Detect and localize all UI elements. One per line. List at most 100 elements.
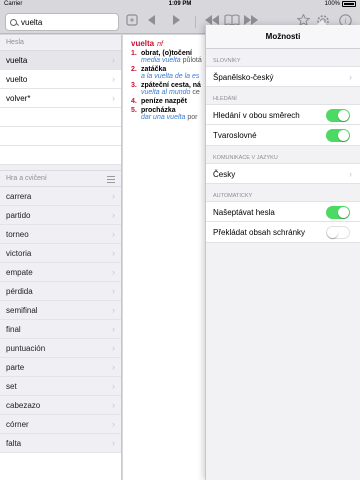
practice-item[interactable]: semifinal › [0, 301, 121, 320]
sense-body: peníze nazpět [141, 98, 187, 105]
practice-item[interactable]: parte › [0, 358, 121, 377]
sense-body: zpáteční cesta, ná vuelta al mundo ce [141, 82, 201, 96]
sense-number: 4. [131, 98, 137, 105]
practice-item[interactable]: falta › [0, 434, 121, 453]
option-row[interactable]: Česky › [206, 163, 360, 184]
clock: 1:09 PM [168, 1, 192, 7]
chevron-right-icon: › [112, 210, 115, 220]
option-row[interactable]: Španělsko-český › [206, 66, 360, 87]
practice-item[interactable]: torneo › [0, 225, 121, 244]
practice-item[interactable]: victoria › [0, 244, 121, 263]
toggle-knob [338, 110, 349, 121]
practice-item[interactable]: puntuación › [0, 339, 121, 358]
sense-translation: obrat, (o)točení [141, 50, 192, 57]
chevron-right-icon: › [112, 191, 115, 201]
sense-body: zatáčka a la vuelta de la es [141, 66, 199, 80]
chevron-right-icon: › [349, 169, 352, 179]
headword-label: volver* [6, 94, 31, 103]
grammar-label: nf [157, 41, 163, 48]
search-box[interactable] [5, 13, 119, 31]
practice-item-label: victoria [6, 249, 32, 258]
sense-translation: zatáčka [141, 66, 167, 73]
chevron-right-icon: › [112, 286, 115, 296]
option-label: Překládat obsah schránky [213, 228, 306, 237]
option-label: Hledání v obou směrech [213, 111, 300, 120]
options-section-header: AUTOMATICKY [213, 193, 253, 199]
history-icon[interactable] [125, 14, 139, 30]
popover-title: Možnosti [206, 25, 360, 49]
toggle-row: Našeptávat hesla [206, 201, 360, 222]
empty-row [0, 108, 121, 127]
practice-item[interactable]: set › [0, 377, 121, 396]
sense-number: 1. [131, 50, 137, 57]
chevron-right-icon: › [112, 419, 115, 429]
example-text[interactable]: vuelta al mundo [141, 89, 190, 96]
empty-row [0, 127, 121, 146]
toggle-knob [338, 207, 349, 218]
practice-item-label: carrera [6, 192, 32, 201]
practice-item[interactable]: cabezazo › [0, 396, 121, 415]
option-label: Španělsko-český [213, 73, 274, 82]
sense-body: procházka dar una vuelta por [141, 107, 197, 121]
chevron-right-icon: › [112, 343, 115, 353]
practice-item[interactable]: empate › [0, 263, 121, 282]
chevron-right-icon: › [112, 267, 115, 277]
chevron-right-icon: › [112, 55, 115, 65]
practice-item[interactable]: carrera › [0, 187, 121, 206]
options-popover: Možnosti SLOVNÍKY Španělsko-český › HLEDÁNÍ… [205, 25, 360, 480]
toggle-switch[interactable] [326, 226, 350, 239]
headword-item[interactable]: vuelta › [0, 51, 121, 70]
options-section-header: KOMUNIKACE V JAZYKU [213, 155, 278, 161]
chevron-right-icon: › [112, 381, 115, 391]
menu-icon[interactable] [107, 176, 115, 185]
options-section-header: SLOVNÍKY [213, 58, 241, 64]
example-line: vuelta al mundo ce [141, 89, 201, 96]
headwords-header: Hesla [0, 35, 121, 51]
example-text[interactable]: dar una vuelta [141, 114, 185, 121]
practice-item-label: puntuación [6, 344, 46, 353]
toggle-switch[interactable] [326, 109, 350, 122]
battery-indicator: 100% [325, 1, 356, 7]
practice-item[interactable]: final › [0, 320, 121, 339]
toggle-row: Tvaroslovné [206, 125, 360, 146]
practice-item[interactable]: pérdida › [0, 282, 121, 301]
chevron-right-icon: › [112, 229, 115, 239]
practice-item-label: pérdida [6, 287, 33, 296]
chevron-right-icon: › [112, 248, 115, 258]
option-label: Česky [213, 170, 236, 179]
example-text[interactable]: media vuelta [141, 57, 181, 64]
left-panel: Hesla vuelta › vuelto › volver* › Hra a … [0, 35, 122, 480]
toolbar-divider [195, 16, 196, 28]
toggle-switch[interactable] [326, 206, 350, 219]
sense-number: 5. [131, 107, 137, 114]
practice-item-label: torneo [6, 230, 29, 239]
sense-translation: zpáteční cesta, ná [141, 82, 201, 89]
example-line: media vuelta půlotá [141, 57, 202, 64]
sense-number: 3. [131, 82, 137, 89]
toggle-switch[interactable] [326, 129, 350, 142]
chevron-right-icon: › [112, 438, 115, 448]
options-section-header: HLEDÁNÍ [213, 96, 237, 102]
options-list: SLOVNÍKY Španělsko-český › HLEDÁNÍ Hledání v… [206, 49, 360, 243]
back-arrow-icon[interactable] [146, 14, 158, 30]
empty-row [0, 146, 121, 165]
forward-arrow-icon[interactable] [170, 14, 182, 30]
option-label: Tvaroslovné [213, 131, 257, 140]
chevron-right-icon: › [112, 74, 115, 84]
practice-item-label: empate [6, 268, 33, 277]
practice-item[interactable]: córner › [0, 415, 121, 434]
toggle-knob [338, 130, 349, 141]
example-text[interactable]: a la vuelta de la es [141, 73, 199, 80]
search-icon [10, 18, 17, 26]
example-line: dar una vuelta por [141, 114, 197, 121]
headword-item[interactable]: volver* › [0, 89, 121, 108]
search-input[interactable] [21, 17, 116, 27]
practice-list: carrera › partido › torneo › victoria › empate › p… [0, 187, 121, 453]
practice-item-label: córner [6, 420, 29, 429]
sense-translation: peníze nazpět [141, 98, 187, 105]
practice-item[interactable]: partido › [0, 206, 121, 225]
headword-item[interactable]: vuelto › [0, 70, 121, 89]
sense-translation: procházka [141, 107, 176, 114]
battery-percent: 100% [324, 1, 340, 7]
practice-header: Hra a cvičení [0, 171, 121, 187]
